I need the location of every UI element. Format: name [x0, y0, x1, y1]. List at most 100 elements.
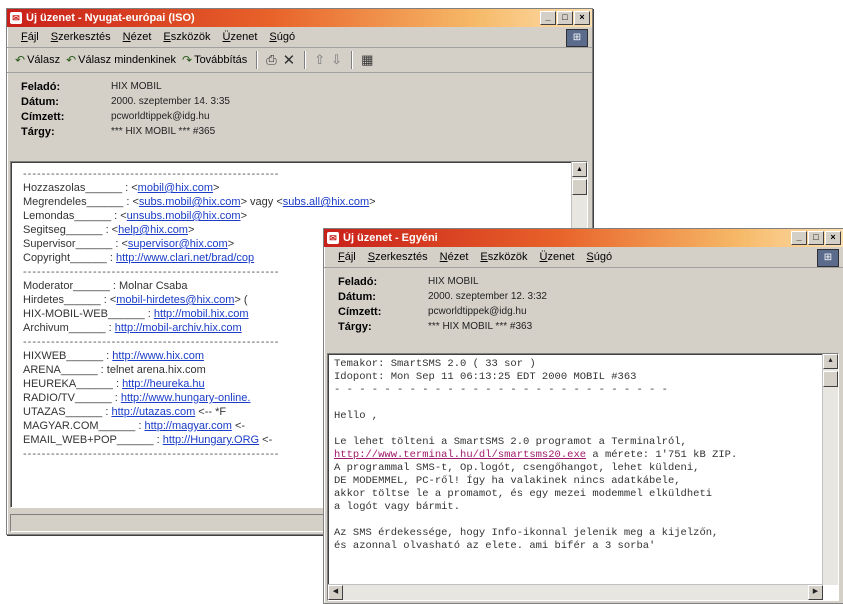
line-sep: :: [105, 322, 115, 334]
email-link[interactable]: unsubs.mobil@hix.com: [127, 210, 241, 222]
forward-label: Továbbítás: [194, 54, 248, 66]
reply-all-label: Válasz mindenkinek: [78, 54, 176, 66]
message-line: akkor töltse le a promamot, és egy mezei…: [334, 488, 713, 500]
url-link[interactable]: http://utazas.com: [111, 406, 195, 418]
header-key: Dátum:: [21, 95, 59, 108]
menu-file[interactable]: Fájl: [338, 251, 356, 263]
line-sep: : <: [122, 182, 138, 194]
front-window-title: Új üzenet - Egyéni: [343, 232, 438, 244]
line-label: HEUREKA______: [23, 378, 113, 390]
menu-help[interactable]: Súgó: [586, 251, 612, 263]
forward-button[interactable]: ↷ Továbbítás: [182, 53, 247, 67]
front-vertical-scrollbar[interactable]: ▲: [822, 354, 838, 585]
minimize-button[interactable]: _: [791, 231, 807, 245]
close-button[interactable]: ×: [825, 231, 841, 245]
delete-icon[interactable]: ✕: [283, 51, 296, 69]
menu-message[interactable]: Üzenet: [223, 31, 258, 43]
url-link[interactable]: http://magyar.com: [144, 420, 231, 432]
header-value: HIX MOBIL: [111, 81, 162, 92]
url-link[interactable]: http://mobil.hix.com: [154, 308, 249, 320]
menu-view[interactable]: Nézet: [440, 251, 469, 263]
menu-view[interactable]: Nézet: [123, 31, 152, 43]
menu-message[interactable]: Üzenet: [540, 251, 575, 263]
list-item: Hozzaszolas______ : <mobil@hix.com>: [23, 182, 587, 196]
front-body-content: Temakor: SmartSMS 2.0 ( 33 sor ) Idopont…: [328, 354, 838, 553]
scroll-thumb[interactable]: [823, 371, 838, 387]
maximize-button[interactable]: □: [808, 231, 824, 245]
line-label: Megrendeles______: [23, 196, 124, 208]
line-label: Archivum______: [23, 322, 106, 334]
front-message-body[interactable]: Temakor: SmartSMS 2.0 ( 33 sor ) Idopont…: [327, 353, 839, 601]
line-sep: : <: [123, 196, 139, 208]
email-link[interactable]: help@hix.com: [118, 224, 188, 236]
email-link[interactable]: mobil@hix.com: [138, 182, 213, 194]
toolbar-separator: [256, 51, 258, 69]
separator-line: ----------------------------------------…: [23, 168, 280, 180]
message-line: Idopont: Mon Sep 11 06:13:25 EDT 2000 MO…: [334, 371, 637, 383]
header-key: Címzett:: [338, 305, 382, 318]
address-book-icon[interactable]: ▦: [361, 52, 373, 68]
windows-logo-icon: ⊞: [566, 29, 588, 47]
back-titlebar[interactable]: ✉ Új üzenet - Nyugat-európai (ISO) _ □ ×: [7, 9, 592, 27]
reply-all-button[interactable]: ↶ Válasz mindenkinek: [66, 53, 176, 67]
line-sep: : <: [111, 210, 127, 222]
line-label: Moderator______: [23, 280, 110, 292]
url-link[interactable]: http://www.hungary-online.: [121, 392, 251, 404]
url-link[interactable]: http://www.clari.net/brad/cop: [116, 252, 254, 264]
header-row: Címzett: pcworldtippek@idg.hu: [338, 304, 843, 319]
url-link[interactable]: http://www.hix.com: [112, 350, 204, 362]
previous-icon[interactable]: ⇧: [314, 52, 325, 68]
reply-label: Válasz: [27, 54, 61, 66]
header-row: Tárgy: *** HIX MOBIL *** #363: [338, 319, 843, 334]
front-titlebar[interactable]: ✉ Új üzenet - Egyéni _ □ ×: [324, 229, 843, 247]
reply-button[interactable]: ↶ Válasz: [15, 53, 60, 67]
close-button[interactable]: ×: [574, 11, 590, 25]
email-link[interactable]: supervisor@hix.com: [128, 238, 228, 250]
line-after: <-- *F: [195, 406, 227, 418]
menu-edit[interactable]: Szerkesztés: [51, 31, 111, 43]
scroll-up-button[interactable]: ▲: [823, 354, 838, 369]
line-sep: : <: [100, 294, 117, 306]
message-line: Le lehet tölteni a SmartSMS 2.0 programo…: [334, 436, 687, 448]
menu-tools[interactable]: Eszközök: [163, 31, 210, 43]
scroll-up-button[interactable]: ▲: [572, 162, 587, 177]
url-link[interactable]: http://mobil-archiv.hix.com: [115, 322, 242, 334]
next-icon[interactable]: ⇩: [331, 52, 342, 68]
menu-help[interactable]: Súgó: [269, 31, 295, 43]
line-after: >: [369, 196, 376, 208]
header-value: *** HIX MOBIL *** #365: [111, 126, 216, 137]
header-row: Dátum: 2000. szeptember 12. 3:32: [338, 289, 843, 304]
scroll-right-button[interactable]: ▶: [808, 585, 823, 600]
header-key: Tárgy:: [21, 125, 55, 138]
url-link[interactable]: http://heureka.hu: [122, 378, 205, 390]
mail-icon: ✉: [10, 12, 22, 24]
message-line: [334, 397, 838, 410]
download-link[interactable]: http://www.terminal.hu/dl/smartsms20.exe: [334, 449, 586, 461]
menu-tools[interactable]: Eszközök: [480, 251, 527, 263]
list-item: Megrendeles______ : <subs.mobil@hix.com >…: [23, 196, 587, 210]
toolbar-separator: [304, 51, 306, 69]
line-sep: :: [144, 308, 154, 320]
minimize-button[interactable]: _: [540, 11, 556, 25]
email-link[interactable]: subs.all@hix.com: [283, 196, 369, 208]
header-value: pcworldtippek@idg.hu: [428, 306, 527, 317]
reply-icon: ↶: [15, 53, 26, 67]
line-label: RADIO/TV______: [23, 392, 112, 404]
maximize-button[interactable]: □: [557, 11, 573, 25]
line-sep: :: [103, 350, 113, 362]
front-headers: Feladó: HIX MOBIL Dátum: 2000. szeptember …: [324, 268, 843, 336]
front-horizontal-scrollbar[interactable]: ◀ ▶: [328, 584, 823, 600]
line-after: <-: [259, 434, 273, 446]
print-icon[interactable]: ⎙: [266, 52, 276, 68]
email-link[interactable]: subs.mobil@hix.com: [139, 196, 241, 208]
email-link[interactable]: mobil-hirdetes@hix.com: [116, 294, 234, 306]
line-after: >: [187, 224, 195, 236]
line-label: Hozzaszolas______: [23, 182, 123, 194]
url-link[interactable]: http://Hungary.ORG: [163, 434, 259, 446]
message-line: [334, 423, 838, 436]
menu-file[interactable]: Fájl: [21, 31, 39, 43]
scroll-left-button[interactable]: ◀: [328, 585, 343, 600]
back-toolbar: ↶ Válasz ↶ Válasz mindenkinek ↷ Továbbítás …: [7, 48, 592, 73]
menu-edit[interactable]: Szerkesztés: [368, 251, 428, 263]
scroll-thumb[interactable]: [572, 179, 587, 195]
